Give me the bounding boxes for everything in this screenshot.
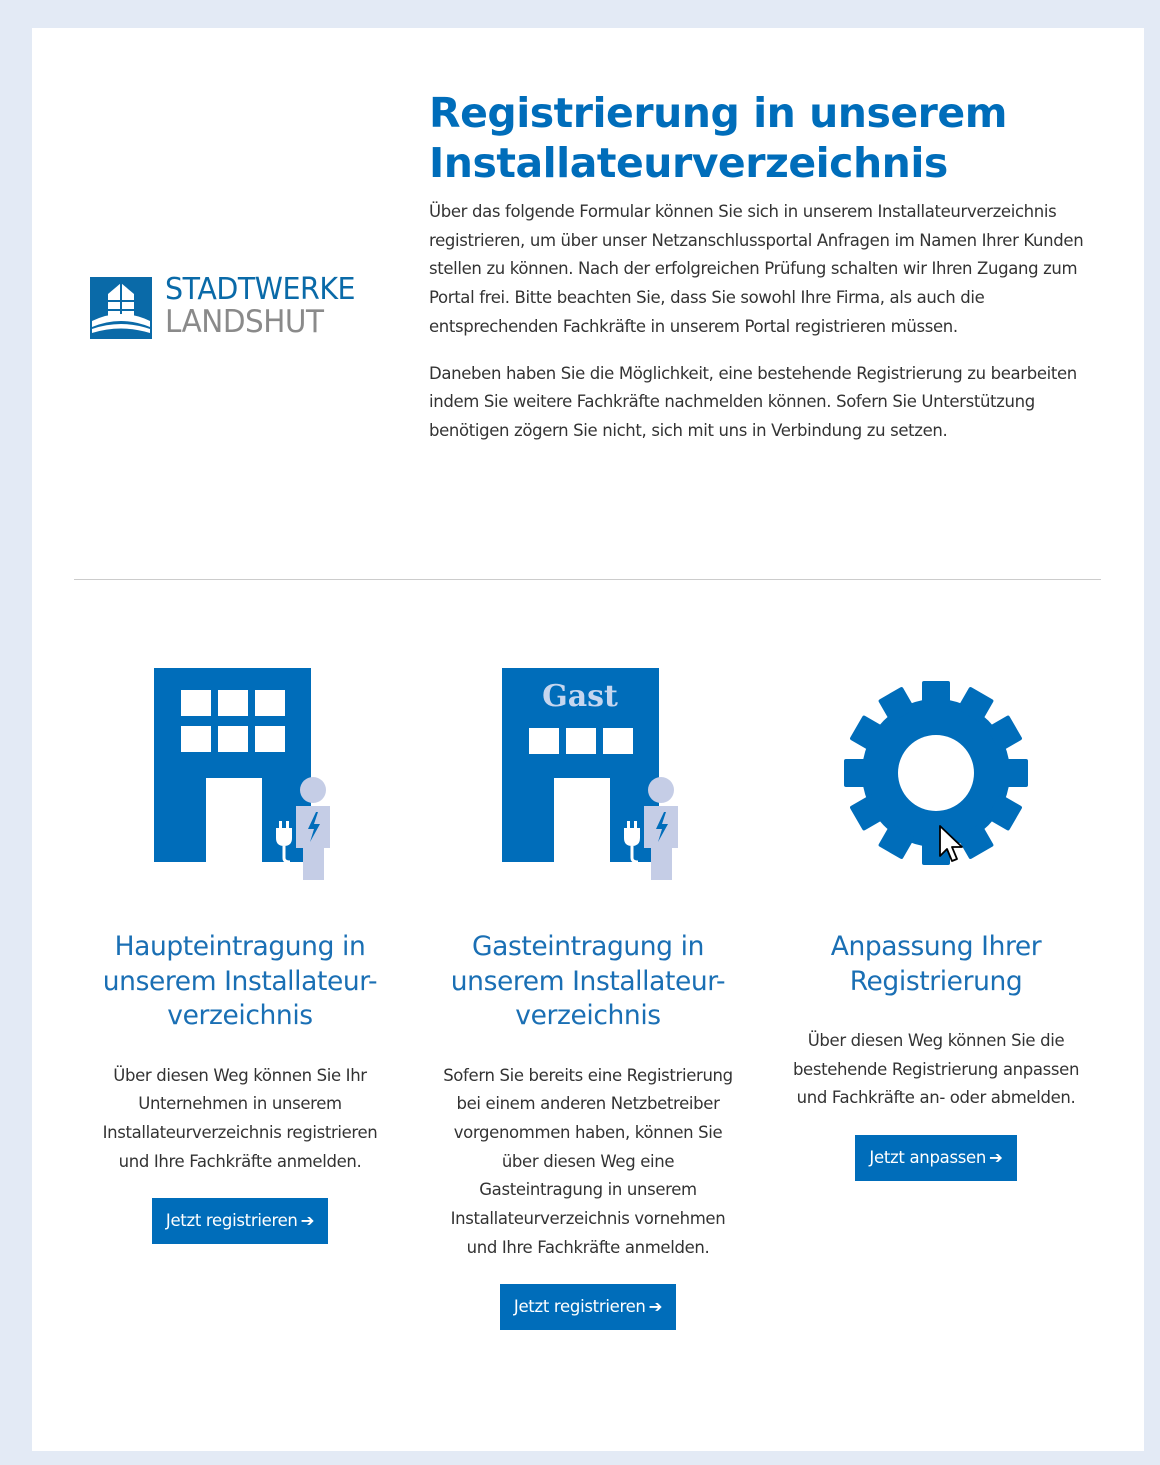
option-title: Anpassung Ihrer Registrierung (830, 931, 1042, 997)
building-electrician-icon (90, 648, 390, 908)
section-divider (74, 579, 1101, 580)
option-title: Gasteintragung in unserem Installateur-v… (450, 931, 726, 1031)
arrow-right-icon: ➔ (989, 1148, 1003, 1168)
button-label: Jetzt registrieren (165, 1211, 298, 1231)
option-description: Sofern Sie bereits eine Registrierung be… (443, 1065, 733, 1257)
content-card: STADTWERKE LANDSHUT Registrierung in uns… (32, 28, 1144, 1451)
button-label: Jetzt registrieren (513, 1297, 646, 1317)
option-adjust-registration: Anpassung Ihrer Registrierung Über diese… (786, 648, 1086, 1182)
page-title: Registrierung in unserem Installateurver… (429, 89, 1007, 187)
option-description: Über diesen Weg können Sie Ihr Unternehm… (102, 1065, 378, 1171)
gear-icon (786, 648, 1086, 908)
logo-text-stadtwerke: STADTWERKE (165, 272, 356, 307)
arrow-right-icon: ➔ (300, 1211, 315, 1231)
mouse-cursor-icon (939, 825, 963, 862)
option-title: Haupteintragung in unserem Installateur-… (102, 931, 378, 1031)
option-guest-registration: Gast Gasteintragung in unserem Installat… (438, 648, 738, 1331)
option-description: Über diesen Weg können Sie die bestehend… (792, 1031, 1080, 1108)
logo-text-landshut: LANDSHUT (165, 304, 324, 340)
intro-section: Registrierung in unserem Installateurver… (429, 88, 1089, 464)
stadtwerke-logo[interactable]: STADTWERKE LANDSHUT (90, 272, 410, 340)
intro-paragraph-1: Über das folgende Formular können Sie si… (429, 202, 1084, 336)
adjust-registration-button[interactable]: Jetzt anpassen ➔ (855, 1135, 1017, 1182)
register-main-button[interactable]: Jetzt registrieren ➔ (151, 1198, 329, 1245)
guest-building-electrician-icon: Gast (438, 648, 738, 908)
register-guest-button[interactable]: Jetzt registrieren ➔ (499, 1284, 677, 1331)
gast-label: Gast (542, 679, 618, 714)
option-main-registration: Haupteintragung in unserem Installateur-… (90, 648, 390, 1245)
arrow-right-icon: ➔ (648, 1297, 663, 1317)
button-label: Jetzt anpassen (869, 1148, 987, 1168)
logo-mark-icon (90, 277, 152, 339)
intro-paragraph-2: Daneben haben Sie die Möglichkeit, eine … (429, 363, 1077, 440)
